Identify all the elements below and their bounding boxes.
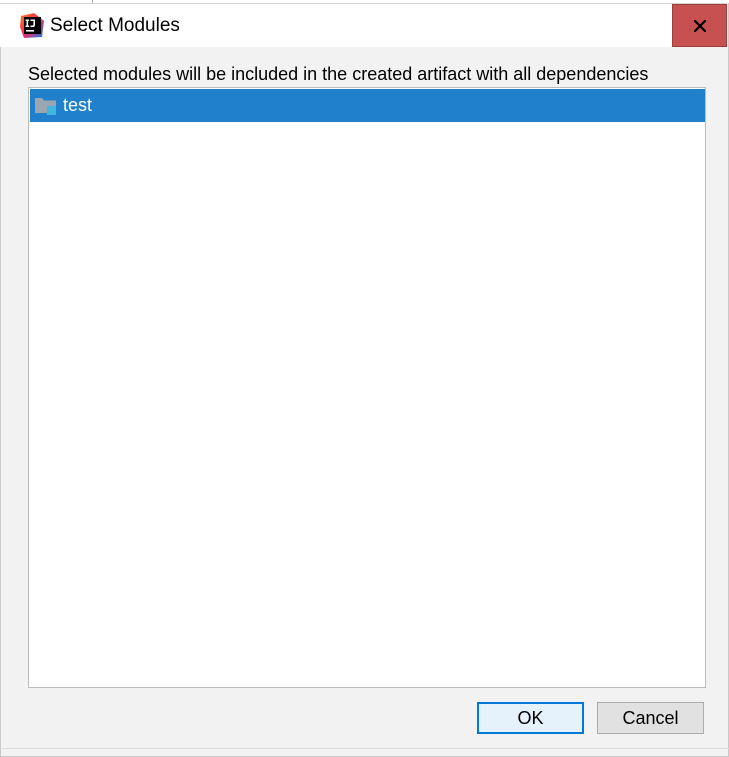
- title-bar[interactable]: Select Modules: [0, 3, 727, 47]
- module-list[interactable]: test: [28, 87, 706, 688]
- module-folder-icon: [35, 97, 59, 117]
- close-button[interactable]: [672, 4, 727, 47]
- list-item-module-test[interactable]: test: [30, 89, 705, 122]
- dialog-description: Selected modules will be included in the…: [28, 64, 649, 84]
- cancel-button[interactable]: Cancel: [597, 702, 704, 734]
- ok-button[interactable]: OK: [477, 702, 584, 734]
- close-icon: [693, 19, 706, 32]
- module-label: test: [63, 95, 93, 115]
- dialog-bottom-border: [0, 748, 729, 749]
- intellij-idea-icon: [20, 13, 45, 38]
- dialog-title: Select Modules: [50, 15, 180, 36]
